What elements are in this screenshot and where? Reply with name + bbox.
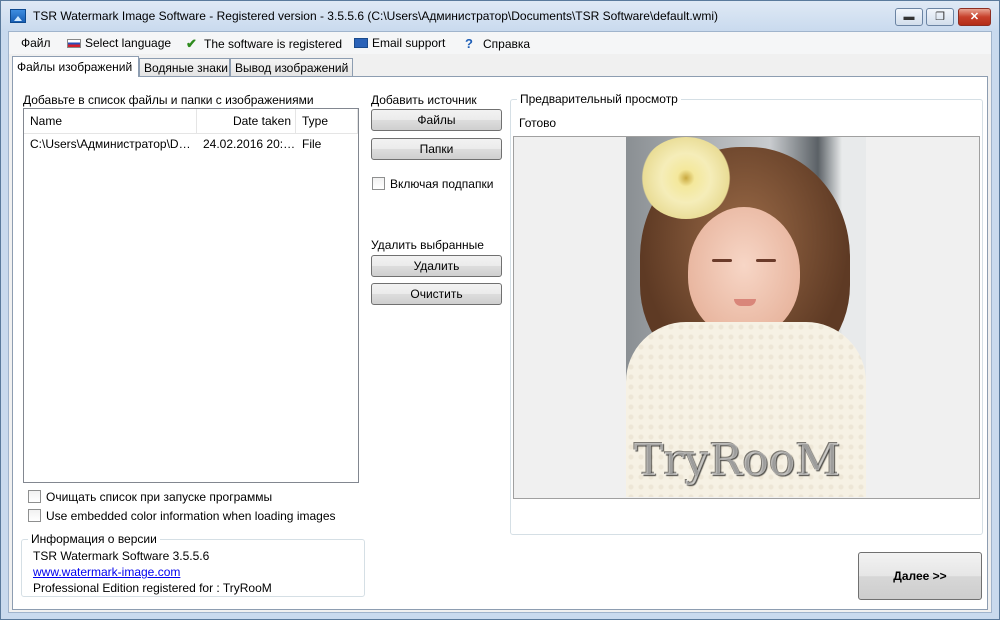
question-mark-icon: ? bbox=[465, 36, 473, 51]
embedded-color-label[interactable]: Use embedded color information when load… bbox=[46, 509, 336, 523]
file-list[interactable]: Name Date taken Type C:\Users\Администра… bbox=[23, 108, 359, 483]
files-heading: Добавьте в список файлы и папки с изобра… bbox=[23, 93, 314, 107]
mouth-shape bbox=[734, 299, 756, 306]
preview-canvas[interactable]: TryRooM bbox=[513, 136, 980, 499]
left-eye-shape bbox=[712, 259, 732, 262]
add-folders-button[interactable]: Папки bbox=[371, 138, 502, 160]
checkmark-icon: ✔ bbox=[186, 36, 197, 51]
tab-panel-image-files: Добавьте в список файлы и папки с изобра… bbox=[12, 76, 988, 610]
row-type: File bbox=[302, 137, 322, 151]
menu-help-label: Справка bbox=[483, 37, 531, 51]
embedded-color-checkbox[interactable] bbox=[28, 509, 41, 522]
envelope-icon bbox=[354, 38, 368, 48]
remove-selected-heading: Удалить выбранные bbox=[371, 238, 484, 252]
app-icon[interactable] bbox=[10, 9, 26, 23]
row-date: 24.02.2016 20:1... bbox=[203, 137, 296, 151]
delete-button[interactable]: Удалить bbox=[371, 255, 502, 277]
russian-flag-icon bbox=[67, 39, 81, 48]
next-button[interactable]: Далее >> bbox=[858, 552, 982, 600]
include-subfolders-checkbox[interactable] bbox=[372, 177, 385, 190]
minimize-button[interactable]: ▬ bbox=[895, 8, 923, 26]
menu-email-support-label: Email support bbox=[372, 36, 446, 50]
tab-watermarks[interactable]: Водяные знаки bbox=[139, 58, 230, 77]
menu-select-language[interactable]: Select language bbox=[67, 36, 171, 50]
column-type[interactable]: Type bbox=[296, 109, 358, 133]
tab-image-output[interactable]: Вывод изображений bbox=[230, 58, 353, 77]
version-heading: Информация о версии bbox=[28, 532, 160, 546]
close-button[interactable]: ✕ bbox=[958, 8, 991, 26]
clear-on-start-label[interactable]: Очищать список при запуске программы bbox=[46, 490, 272, 504]
face-shape bbox=[688, 207, 800, 337]
menu-registered[interactable]: ✔ The software is registered bbox=[186, 36, 342, 52]
menu-select-language-label: Select language bbox=[85, 36, 172, 50]
preview-status: Готово bbox=[519, 116, 557, 130]
website-link[interactable]: www.watermark-image.com bbox=[33, 565, 180, 579]
window-title: TSR Watermark Image Software - Registere… bbox=[33, 9, 718, 23]
registered-for: Professional Edition registered for : Tr… bbox=[33, 581, 272, 595]
watermark-text: TryRooM bbox=[634, 435, 841, 486]
version-product: TSR Watermark Software 3.5.5.6 bbox=[33, 549, 210, 563]
flower-shape bbox=[640, 137, 732, 219]
column-name[interactable]: Name bbox=[24, 109, 197, 133]
file-list-header: Name Date taken Type bbox=[24, 109, 358, 134]
clear-button[interactable]: Очистить bbox=[371, 283, 502, 305]
row-name: C:\Users\Администратор\Dow... bbox=[30, 137, 197, 151]
client-area: Файл Select language ✔ The software is re… bbox=[8, 31, 992, 613]
menu-bar: Файл Select language ✔ The software is re… bbox=[9, 32, 991, 54]
column-date-taken[interactable]: Date taken bbox=[197, 109, 296, 133]
add-source-heading: Добавить источник bbox=[371, 93, 477, 107]
tab-image-files[interactable]: Файлы изображений bbox=[12, 56, 139, 77]
table-row[interactable]: C:\Users\Администратор\Dow... 24.02.2016… bbox=[24, 135, 358, 153]
menu-email-support[interactable]: Email support bbox=[354, 36, 445, 50]
maximize-button[interactable]: ❐ bbox=[926, 8, 954, 26]
preview-heading: Предварительный просмотр bbox=[517, 92, 681, 106]
right-eye-shape bbox=[756, 259, 776, 262]
menu-file[interactable]: Файл bbox=[21, 36, 51, 50]
add-files-button[interactable]: Файлы bbox=[371, 109, 502, 131]
preview-image: TryRooM bbox=[626, 137, 866, 497]
title-bar[interactable]: TSR Watermark Image Software - Registere… bbox=[1, 1, 999, 31]
main-window: TSR Watermark Image Software - Registere… bbox=[0, 0, 1000, 620]
clear-on-start-checkbox[interactable] bbox=[28, 490, 41, 503]
include-subfolders-label[interactable]: Включая подпапки bbox=[390, 177, 493, 191]
menu-registered-label: The software is registered bbox=[204, 37, 343, 51]
menu-help[interactable]: ? Справка bbox=[465, 36, 530, 51]
